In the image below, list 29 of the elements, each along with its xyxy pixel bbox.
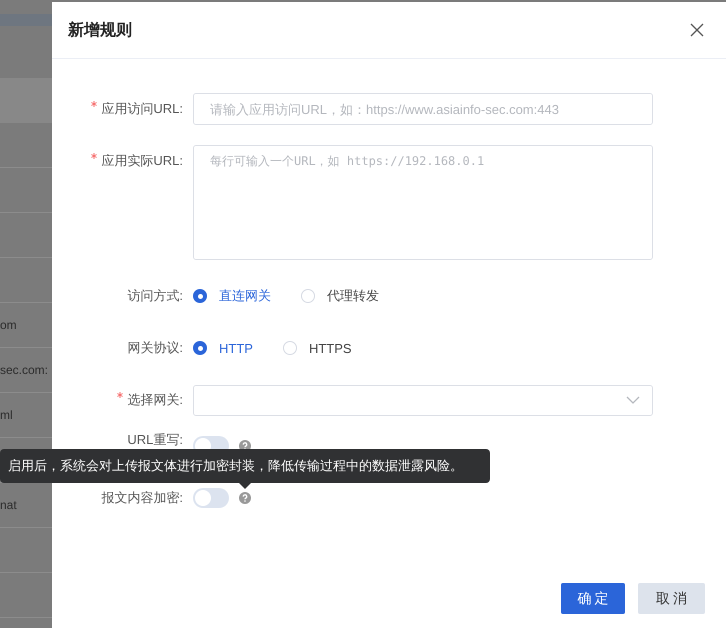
toggle-switch[interactable]	[193, 488, 229, 508]
table-cell-text: nat	[0, 498, 18, 512]
table-cell-text: sec.com:	[0, 363, 50, 377]
field-label: 访问方式:	[127, 288, 183, 303]
table-cell-text: om	[0, 318, 18, 332]
tooltip: 启用后，系统会对上传报文体进行加密封装，降低传输过程中的数据泄露风险。	[0, 449, 490, 483]
field-label: 应用访问URL:	[101, 101, 183, 116]
cancel-button[interactable]: 取消	[638, 583, 705, 614]
close-icon[interactable]	[690, 23, 704, 37]
field-label: 报文内容加密:	[101, 490, 183, 505]
caret-icon	[626, 396, 640, 404]
radio-label[interactable]: 直连网关	[219, 287, 271, 305]
field-label: 网关协议:	[127, 340, 183, 355]
radio-label[interactable]: 代理转发	[327, 287, 379, 305]
field-label: 选择网关:	[127, 392, 183, 407]
url-input[interactable]: 请输入应用访问URL，如：https://www.asiainfo-sec.com:443	[193, 93, 653, 125]
table-cell-text: ml	[0, 408, 14, 422]
header-bar	[0, 14, 52, 26]
radio-button[interactable]	[193, 289, 207, 303]
field-label: URL重写:	[127, 432, 183, 447]
confirm-button[interactable]: 确定	[561, 583, 625, 614]
radio-label[interactable]: HTTPS	[308, 340, 352, 356]
radio-label[interactable]: HTTP	[219, 340, 253, 356]
table-header	[0, 78, 52, 123]
url-textarea[interactable]: 每行可输入一个URL，如 https://192.168.0.1	[193, 145, 653, 260]
radio-button[interactable]	[193, 341, 207, 355]
tooltip-pointer	[239, 483, 251, 489]
dialog-title: 新增规则	[68, 20, 132, 40]
field-label: 应用实际URL:	[101, 153, 183, 168]
